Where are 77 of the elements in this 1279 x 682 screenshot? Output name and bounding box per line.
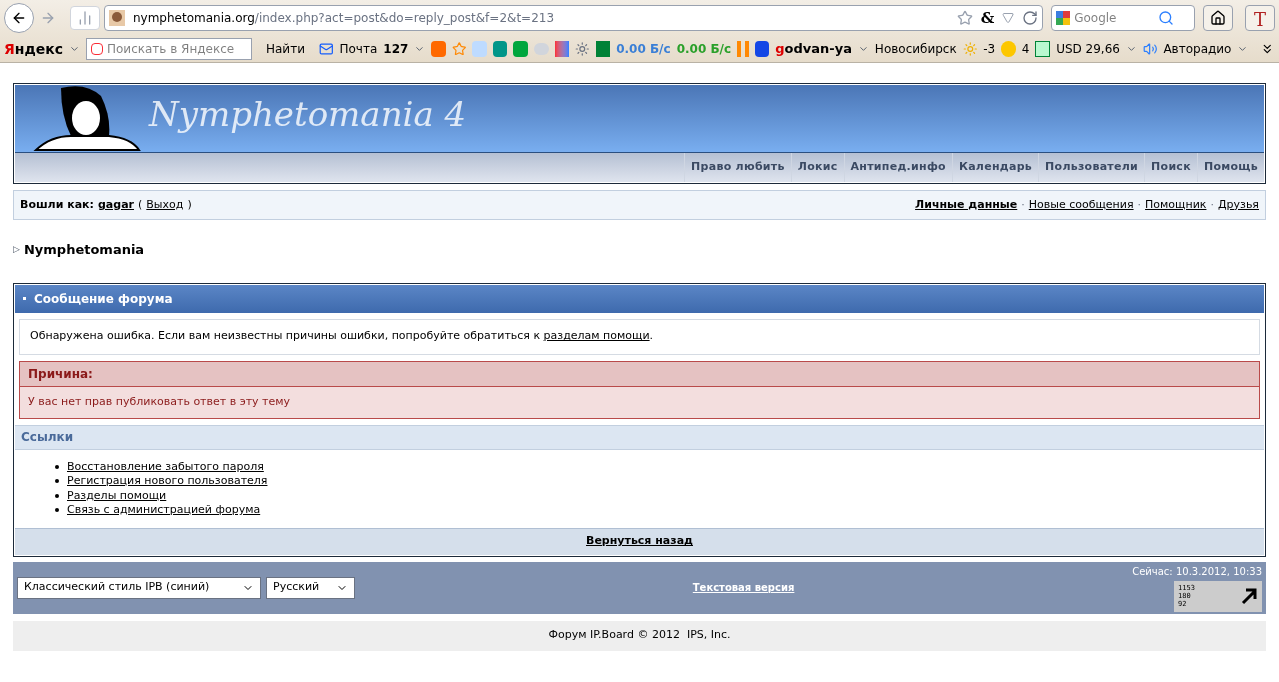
reason-text: У вас нет прав публиковать ответ в эту тему	[27, 393, 292, 410]
home-icon	[1210, 10, 1227, 26]
bullet-icon	[23, 297, 26, 300]
reason-title: Причина:	[20, 361, 1259, 387]
logout-link[interactable]: Выход	[146, 196, 184, 214]
speed-reading: 0.00 Б/с	[676, 41, 732, 58]
separator-dot: ·	[1137, 196, 1142, 213]
help-link[interactable]: Восстановление забытого пароля	[67, 459, 264, 474]
nav-link[interactable]: Помощь	[1196, 153, 1264, 182]
city[interactable]: Новосибирск	[874, 40, 957, 58]
help-link[interactable]: Регистрация нового пользователя	[67, 474, 268, 489]
star-icon[interactable]	[451, 41, 467, 57]
yandex-search-field[interactable]: Поискать в Яндексе	[85, 38, 252, 60]
panel-title: Сообщение форума	[34, 290, 173, 308]
user-link[interactable]: gagar	[98, 196, 134, 214]
help-link[interactable]: разделам помощи	[543, 329, 650, 343]
home-button[interactable]	[1203, 5, 1234, 31]
user-link[interactable]: Друзья	[1217, 196, 1259, 214]
search-icon[interactable]	[1158, 10, 1175, 26]
links-title: Ссылки	[15, 424, 1264, 450]
search-field[interactable]: Google	[1074, 9, 1155, 27]
logo-text: Nymphetomania 4	[149, 93, 467, 136]
mail-label[interactable]: Почта	[339, 40, 378, 58]
bars-icon[interactable]	[69, 6, 100, 30]
arrow-icon	[1240, 587, 1258, 605]
currency-rate[interactable]: USD 29,66	[1056, 40, 1120, 58]
nav-link[interactable]: Антипед.инфо	[843, 153, 952, 182]
bullet-icon	[55, 493, 59, 498]
speed-reading: 0.00 Б/с	[616, 41, 671, 58]
speaker-icon[interactable]	[1142, 41, 1158, 57]
mail-count: 127	[383, 41, 409, 58]
help-link[interactable]: Разделы помощи	[67, 488, 167, 503]
user-link[interactable]: Личные данные	[915, 196, 1018, 214]
bullet-icon	[55, 508, 59, 513]
temperature: -3	[983, 41, 996, 58]
user-link[interactable]: Помощник	[1145, 196, 1207, 214]
reload-icon[interactable]	[1022, 10, 1039, 26]
nav-link[interactable]: Поиск	[1144, 153, 1197, 182]
sun-icon	[962, 41, 978, 57]
breadcrumb-arrow-icon: ▷	[13, 243, 20, 257]
user-link[interactable]: Новые сообщения	[1028, 196, 1134, 214]
back-button[interactable]	[4, 3, 34, 33]
bullet-icon	[55, 479, 59, 484]
star-icon[interactable]	[956, 10, 973, 26]
skin-select[interactable]: Классический стиль IPB (синий)	[17, 576, 261, 599]
back-link[interactable]: Вернуться назад	[586, 533, 693, 550]
search-bar[interactable]: Google	[1051, 5, 1196, 31]
traffic-level: 4	[1021, 41, 1030, 58]
google-icon	[1056, 11, 1071, 25]
pause-icon[interactable]	[737, 41, 749, 57]
language-select[interactable]: Русский	[266, 576, 355, 599]
username[interactable]: godvan-ya	[775, 39, 852, 59]
yandex-logo[interactable]: Яндекс	[4, 38, 64, 60]
breadcrumb-link[interactable]: Nymphetomania	[23, 240, 145, 260]
help-link[interactable]: Связь с администрацией форума	[67, 503, 261, 518]
addon-ampersand[interactable]: &	[980, 6, 995, 30]
login-label: Вошли как:	[20, 196, 94, 213]
parenthesis: )	[187, 196, 192, 213]
url-text: nymphetomania.org/index.php?act=post&do=reply_post&f=2&t=213	[132, 10, 555, 27]
mail-icon[interactable]	[318, 41, 334, 57]
site-icon	[108, 10, 125, 26]
addon-button[interactable]: T	[1245, 5, 1276, 31]
radio-station[interactable]: Авторадио	[1163, 40, 1232, 58]
nav-link[interactable]: Календарь	[951, 153, 1039, 182]
current-time: Сейчас: 10.3.2012, 10:33	[1132, 564, 1262, 579]
separator-dot: ·	[1021, 196, 1025, 213]
nav-link[interactable]: Локис	[790, 153, 844, 182]
bullet-icon	[55, 464, 59, 469]
find-button[interactable]: Найти	[257, 40, 313, 58]
separator-dot: ·	[1210, 196, 1214, 213]
copyright-text: Форум IP.Board © 2012 IPS, Inc.	[548, 627, 731, 644]
nav-link[interactable]: Право любить	[684, 153, 791, 182]
parenthesis: (	[138, 196, 143, 213]
nav-link[interactable]: Пользователи	[1038, 153, 1145, 182]
address-bar[interactable]: nymphetomania.org/index.php?act=post&do=reply_post&f=2&t=213 &	[103, 5, 1044, 31]
dropdown-icon[interactable]	[1002, 12, 1015, 24]
error-message: Обнаружена ошибка. Если вам неизвестны причины ошибки, попробуйте обратиться к разделам помощи.	[19, 318, 1260, 355]
